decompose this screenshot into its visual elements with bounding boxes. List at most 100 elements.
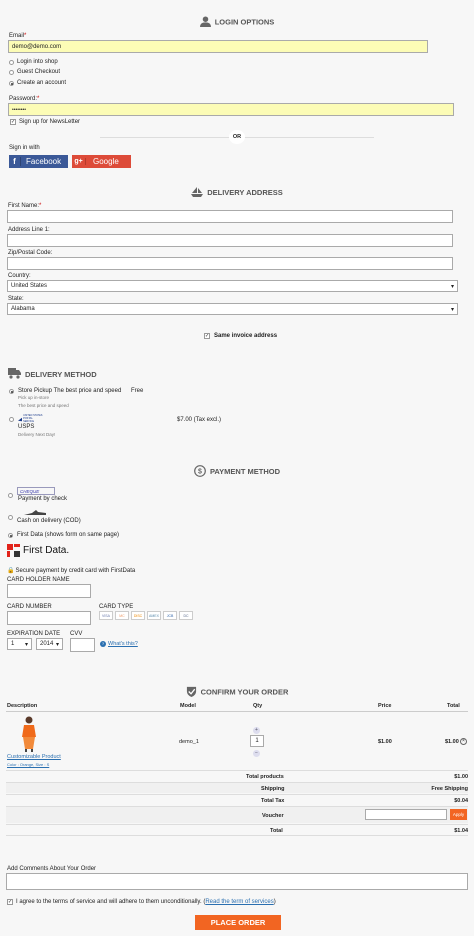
jcb-card-icon[interactable]: JCB (163, 611, 177, 620)
delivery-method-title: DELIVERY METHOD (8, 367, 97, 381)
create-account-radio[interactable] (9, 81, 14, 86)
password-field[interactable]: •••••••• (8, 103, 454, 116)
svg-text:$: $ (198, 469, 202, 476)
or-separator: OR (229, 130, 245, 144)
shipping-row: Shipping Free Shipping (6, 782, 468, 793)
info-icon: ? (100, 641, 106, 647)
first-name-label: First Name:* (8, 203, 42, 209)
firstdata-label: First Data (shows form on same page) (17, 532, 120, 538)
truck-icon (8, 367, 21, 381)
product-image[interactable] (15, 715, 43, 752)
signin-with-label: Sign in with (9, 145, 40, 151)
usps-sub: Delivery Next Day! (18, 432, 56, 437)
exp-year-select[interactable]: 2014 ▾ (36, 638, 63, 650)
login-shop-radio[interactable] (9, 60, 14, 65)
firstdata-radio[interactable] (8, 533, 13, 538)
apply-voucher-button[interactable]: Apply (450, 809, 467, 820)
mastercard-icon[interactable]: MC (115, 611, 129, 620)
whats-this-link[interactable]: ? What's this? (100, 641, 138, 647)
eagle-icon (18, 417, 23, 422)
terms-link[interactable]: Read the term of services (205, 899, 273, 905)
visa-card-icon[interactable]: VISA (99, 611, 113, 620)
product-attributes: Color : Orange, Size : S (7, 762, 50, 767)
cvv-field[interactable] (70, 638, 95, 652)
user-icon (199, 16, 211, 29)
col-model: Model (180, 703, 196, 709)
login-shop-label: Login into shop (17, 59, 58, 65)
divider (6, 711, 468, 712)
amex-card-icon[interactable]: AMEX (147, 611, 161, 620)
col-description: Description (7, 703, 38, 709)
store-pickup-price: Free (131, 388, 144, 394)
cheque-label: Payment by check (18, 496, 68, 502)
guest-checkout-radio[interactable] (9, 70, 14, 75)
email-label: Email* (9, 33, 27, 39)
cod-radio[interactable] (8, 515, 13, 520)
address-label: Address Line 1: (8, 227, 50, 233)
zip-label: Zip/Postal Code: (8, 250, 53, 256)
country-select[interactable]: United States ▾ (7, 280, 458, 292)
caret-down-icon: ▾ (450, 306, 454, 313)
same-invoice-label: Same invoice address (214, 333, 278, 339)
first-name-field[interactable] (7, 210, 453, 223)
qty-decrease-button[interactable]: − (253, 750, 260, 757)
cvv-label: CVV (70, 631, 83, 637)
facebook-icon: f (9, 157, 21, 166)
total-products-row: Total products $1.00 (6, 770, 468, 781)
usps-logo: UNITED STATES POSTAL SERVICE (18, 414, 44, 424)
card-number-label: CARD NUMBER (7, 604, 52, 610)
caret-down-icon: ▾ (450, 283, 454, 290)
store-pickup-radio[interactable] (9, 389, 14, 394)
exp-month-select[interactable]: 1 ▾ (7, 638, 32, 650)
zip-field[interactable] (7, 257, 453, 270)
state-select[interactable]: Alabama ▾ (7, 303, 458, 315)
email-field[interactable]: demo@demo.com (8, 40, 428, 53)
create-account-label: Create an account (17, 80, 67, 86)
voucher-field[interactable] (365, 809, 447, 820)
cheque-radio[interactable] (8, 493, 13, 498)
product-model: demo_1 (179, 739, 199, 745)
dollar-icon: $ (194, 465, 206, 479)
store-pickup-sub2: The best price and speed (18, 403, 69, 408)
cheque-logo: CHEQUE (17, 487, 55, 495)
usps-radio[interactable] (9, 417, 14, 422)
col-qty: Qty (253, 703, 263, 709)
comments-textarea[interactable] (6, 873, 468, 890)
discover-card-icon[interactable]: DISC (131, 611, 145, 620)
qty-increase-button[interactable]: + (253, 727, 260, 734)
terms-checkbox[interactable]: ✓ (7, 899, 13, 905)
delivery-address-title: DELIVERY ADDRESS (0, 187, 474, 199)
comments-label: Add Comments About Your Order (7, 866, 97, 872)
newsletter-checkbox[interactable]: ✓ (10, 119, 16, 125)
google-button[interactable]: g+ Google (72, 155, 131, 168)
address-field[interactable] (7, 234, 453, 247)
card-number-field[interactable] (7, 611, 91, 625)
cod-label: Cash on delivery (COD) (17, 518, 81, 524)
same-invoice-checkbox[interactable]: ✓ (204, 333, 210, 339)
google-plus-icon: g+ (72, 158, 86, 165)
store-pickup-sub1: Pick up in-store (18, 395, 50, 400)
facebook-button[interactable]: f Facebook (9, 155, 68, 168)
login-section-title: LOGIN OPTIONS (0, 16, 474, 29)
card-holder-label: CARD HOLDER NAME (7, 577, 70, 583)
product-name-link[interactable]: Customizable Product (7, 754, 61, 760)
terms-text: I agree to the terms of service and will… (16, 899, 276, 905)
caret-down-icon: ▾ (24, 641, 28, 648)
secure-payment-note: 🔒 Secure payment by credit card with Fir… (7, 567, 136, 575)
product-price: $1.00 (378, 739, 392, 745)
col-price: Price (378, 703, 392, 709)
col-total: Total (447, 703, 460, 709)
expiration-label: EXPIRATION DATE (7, 631, 61, 637)
country-label: Country: (8, 273, 31, 279)
confirm-order-title: CONFIRM YOUR ORDER (0, 686, 474, 699)
diners-card-icon[interactable]: DC (179, 611, 193, 620)
password-label: Password:* (9, 96, 40, 102)
place-order-button[interactable]: PLACE ORDER (195, 915, 281, 930)
product-total: $1.00 (445, 739, 459, 745)
remove-item-icon[interactable]: × (460, 738, 467, 745)
grand-total-row: Total $1.04 (6, 824, 468, 836)
firstdata-mark-icon (7, 544, 20, 557)
usps-price: $7.00 (Tax excl.) (177, 417, 222, 423)
qty-input[interactable]: 1 (250, 735, 264, 747)
card-holder-field[interactable] (7, 584, 91, 598)
